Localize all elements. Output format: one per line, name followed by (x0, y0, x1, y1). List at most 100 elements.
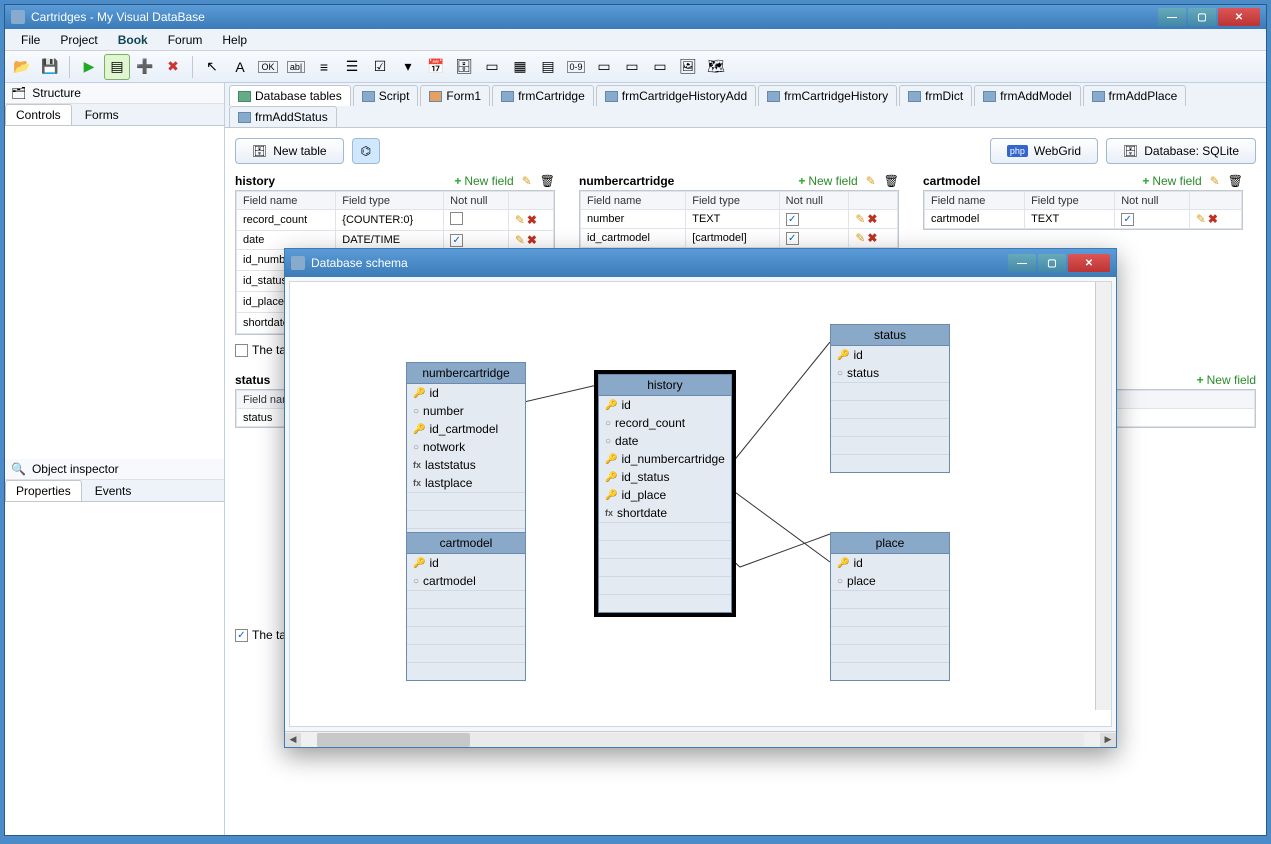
schema-field[interactable]: 🔑id_numbercartridge (599, 450, 731, 468)
notnull-cell[interactable] (779, 210, 849, 229)
tab-controls[interactable]: Controls (5, 104, 72, 125)
new-field-button[interactable]: + New field (1197, 373, 1256, 387)
table-row[interactable]: cartmodel TEXT✎✖ (925, 210, 1242, 229)
tab-properties[interactable]: Properties (5, 480, 82, 501)
schema-table-place[interactable]: place🔑id○place (830, 532, 950, 681)
schema-field[interactable]: ○status (831, 364, 949, 382)
table-row[interactable]: id_cartmodel [cartmodel]✎✖ (581, 229, 898, 248)
map-button[interactable]: 🗺 (703, 54, 729, 80)
schema-field[interactable]: ○notwork (407, 438, 525, 456)
edit-icon[interactable]: ✎ (855, 212, 865, 226)
edit-icon[interactable]: ✎ (1196, 212, 1206, 226)
schema-field[interactable]: 🔑id (407, 554, 525, 572)
delete-icon[interactable]: ✖ (867, 212, 877, 226)
cursor-button[interactable]: ↖ (199, 54, 225, 80)
add-button[interactable]: ➕ (132, 54, 158, 80)
menu-file[interactable]: File (11, 31, 50, 49)
minimize-button[interactable]: — (1158, 8, 1186, 26)
schema-field[interactable]: ○cartmodel (407, 572, 525, 590)
edit-icon[interactable]: ✎ (515, 213, 525, 227)
schema-table-history[interactable]: history🔑id○record_count○date🔑id_numberca… (598, 374, 732, 613)
new-field-button[interactable]: + New field (798, 174, 857, 188)
table-row[interactable]: number TEXT✎✖ (581, 210, 898, 229)
tab-script[interactable]: Script (353, 85, 419, 106)
image-button[interactable]: 🖼 (675, 54, 701, 80)
tab-frmaddmodel[interactable]: frmAddModel (974, 85, 1080, 106)
tab-frmcartridge[interactable]: frmCartridge (492, 85, 594, 106)
dialog-close-button[interactable]: ✕ (1068, 254, 1110, 272)
tab-frmaddstatus[interactable]: frmAddStatus (229, 106, 337, 127)
schema-field[interactable]: 🔑id (831, 554, 949, 572)
notnull-cell[interactable] (779, 229, 849, 248)
delete-table-icon[interactable]: 🗑 (1228, 174, 1243, 188)
delete-icon[interactable]: ✖ (527, 233, 537, 247)
delete-icon[interactable]: ✖ (1208, 212, 1218, 226)
richedit-button[interactable]: ☰ (339, 54, 365, 80)
counter-button[interactable]: 0-9 (563, 54, 589, 80)
checkbox-button[interactable]: ☑ (367, 54, 393, 80)
edit-icon[interactable]: ✎ (855, 231, 865, 245)
new-field-button[interactable]: + New field (454, 174, 513, 188)
tab-form1[interactable]: Form1 (420, 85, 490, 106)
delete-button[interactable]: ✖ (160, 54, 186, 80)
scroll-right-button[interactable]: ▶ (1100, 733, 1116, 747)
maximize-button[interactable]: ▢ (1188, 8, 1216, 26)
tab-frmcartridgehistoryadd[interactable]: frmCartridgeHistoryAdd (596, 85, 756, 106)
tab-forms[interactable]: Forms (74, 104, 130, 125)
new-field-button[interactable]: + New field (1142, 174, 1201, 188)
label-button[interactable]: A (227, 54, 253, 80)
scrollbar-vertical[interactable] (1095, 282, 1111, 710)
menu-book[interactable]: Book (108, 31, 158, 49)
schema-field[interactable]: 🔑id (831, 346, 949, 364)
schema-field[interactable]: fxlaststatus (407, 456, 525, 474)
schema-field[interactable]: ○record_count (599, 414, 731, 432)
schema-table-header[interactable]: history (599, 375, 731, 396)
schema-field[interactable]: 🔑id_place (599, 486, 731, 504)
scroll-left-button[interactable]: ◀ (285, 733, 301, 747)
schema-canvas[interactable]: numbercartridge🔑id○number🔑id_cartmodel○n… (289, 281, 1112, 727)
datetimepicker-button[interactable]: 📅 (423, 54, 449, 80)
combobox-button[interactable]: ▾ (395, 54, 421, 80)
grid-button[interactable]: ▦ (507, 54, 533, 80)
webgrid-button[interactable]: php WebGrid (990, 138, 1098, 164)
schema-table-header[interactable]: place (831, 533, 949, 554)
schema-field[interactable]: fxshortdate (599, 504, 731, 522)
scrollbar-horizontal[interactable]: ◀ ▶ (285, 731, 1116, 747)
schema-field[interactable]: 🔑id (407, 384, 525, 402)
schema-dialog[interactable]: Database schema — ▢ ✕ numbercartridge🔑id… (284, 248, 1117, 748)
table-row[interactable]: date DATE/TIME✎✖ (237, 231, 554, 250)
table-row[interactable]: record_count {COUNTER:0}✎✖ (237, 210, 554, 231)
edit-table-icon[interactable]: ✎ (1210, 174, 1220, 188)
menu-project[interactable]: Project (50, 31, 107, 49)
treeview-button[interactable]: ▤ (535, 54, 561, 80)
dialog-minimize-button[interactable]: — (1008, 254, 1036, 272)
schema-table-header[interactable]: numbercartridge (407, 363, 525, 384)
form-button[interactable]: ▤ (104, 54, 130, 80)
delete-icon[interactable]: ✖ (527, 213, 537, 227)
tab-frmaddplace[interactable]: frmAddPlace (1083, 85, 1187, 106)
schema-button[interactable]: ⌬ (352, 138, 380, 164)
schema-field[interactable]: fxlastplace (407, 474, 525, 492)
dialog-titlebar[interactable]: Database schema — ▢ ✕ (285, 249, 1116, 277)
panel-button[interactable]: ▭ (591, 54, 617, 80)
titlebar[interactable]: Cartridges - My Visual DataBase — ▢ ✕ (5, 5, 1266, 29)
edit-button[interactable]: ab| (283, 54, 309, 80)
delete-table-icon[interactable]: 🗑 (884, 174, 899, 188)
memo-button[interactable]: ≡ (311, 54, 337, 80)
groupbox-button[interactable]: ▭ (619, 54, 645, 80)
schema-table-header[interactable]: status (831, 325, 949, 346)
notnull-cell[interactable] (1115, 210, 1190, 229)
schema-field[interactable]: ○date (599, 432, 731, 450)
notnull-cell[interactable] (444, 210, 509, 231)
schema-field[interactable]: 🔑id_cartmodel (407, 420, 525, 438)
notnull-cell[interactable] (444, 231, 509, 250)
dialog-maximize-button[interactable]: ▢ (1038, 254, 1066, 272)
schema-field[interactable]: ○number (407, 402, 525, 420)
schema-table-status[interactable]: status🔑id○status (830, 324, 950, 473)
pagecontrol-button[interactable]: ▭ (647, 54, 673, 80)
menu-forum[interactable]: Forum (158, 31, 213, 49)
edit-table-icon[interactable]: ✎ (522, 174, 532, 188)
edit-table-icon[interactable]: ✎ (866, 174, 876, 188)
dbimage-button[interactable]: 🗄 (451, 54, 477, 80)
save-button[interactable]: 💾 (37, 54, 63, 80)
